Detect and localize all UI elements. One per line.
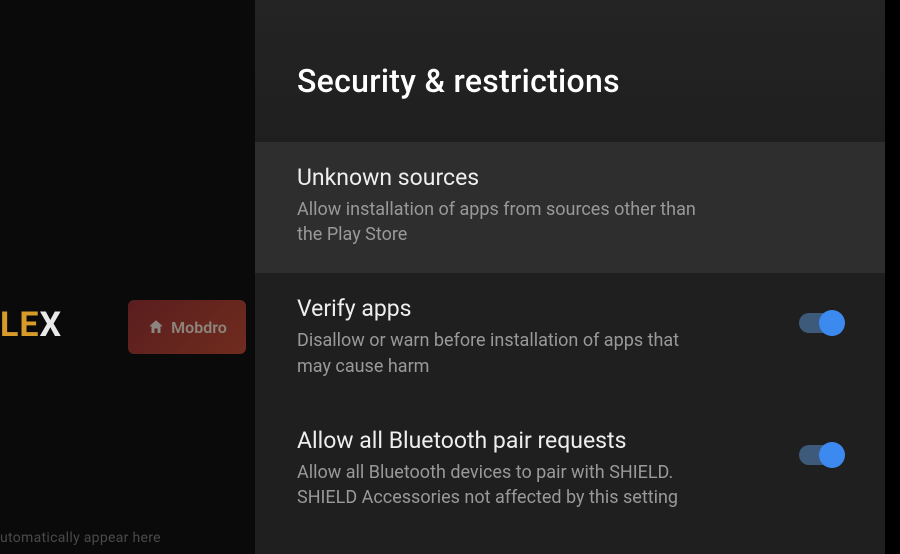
setting-description: Allow installation of apps from sources …: [297, 197, 717, 247]
toggle-knob: [819, 310, 845, 336]
setting-text: Unknown sources Allow installation of ap…: [297, 164, 843, 247]
setting-unknown-sources[interactable]: Unknown sources Allow installation of ap…: [255, 142, 885, 273]
background-hint-text: utomatically appear here: [0, 530, 161, 546]
bluetooth-pair-toggle[interactable]: [799, 445, 843, 465]
verify-apps-toggle[interactable]: [799, 313, 843, 333]
house-icon: [147, 318, 165, 336]
mobdro-app-tile: Mobdro: [128, 300, 246, 354]
right-gutter: [885, 0, 900, 554]
setting-verify-apps[interactable]: Verify apps Disallow or warn before inst…: [255, 273, 885, 404]
setting-description: Allow all Bluetooth devices to pair with…: [297, 460, 717, 510]
toggle-knob: [819, 442, 845, 468]
setting-bluetooth-pair[interactable]: Allow all Bluetooth pair requests Allow …: [255, 405, 885, 536]
plex-label-part1: LE: [0, 305, 40, 345]
plex-app-tile: LEX: [0, 305, 62, 345]
setting-title: Unknown sources: [297, 164, 843, 191]
setting-title: Allow all Bluetooth pair requests: [297, 427, 775, 454]
panel-header: Security & restrictions: [255, 0, 885, 142]
security-restrictions-panel: Security & restrictions Unknown sources …: [255, 0, 885, 554]
plex-label-part2: X: [40, 305, 63, 345]
setting-description: Disallow or warn before installation of …: [297, 328, 717, 378]
mobdro-label: Mobdro: [171, 318, 227, 337]
setting-text: Verify apps Disallow or warn before inst…: [297, 295, 775, 378]
setting-text: Allow all Bluetooth pair requests Allow …: [297, 427, 775, 510]
setting-title: Verify apps: [297, 295, 775, 322]
page-title: Security & restrictions: [297, 62, 843, 100]
